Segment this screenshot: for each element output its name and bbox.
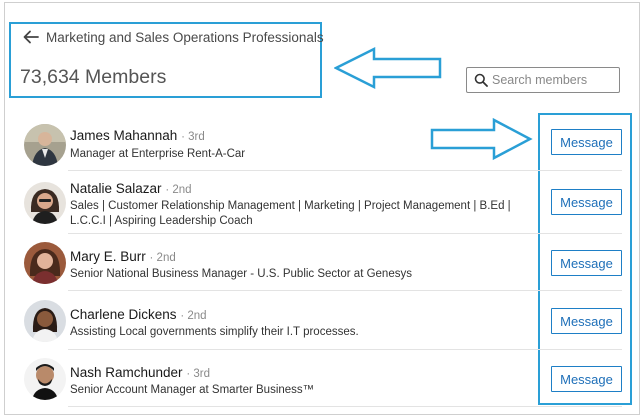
avatar[interactable] — [24, 124, 66, 166]
connection-degree: · 2nd — [165, 184, 192, 196]
member-name-line: Charlene Dickens · 2nd — [70, 307, 207, 322]
member-headline: Manager at Enterprise Rent-A-Car — [70, 148, 246, 160]
avatar[interactable] — [24, 242, 66, 284]
message-button[interactable]: Message — [551, 129, 622, 155]
member-count: 73,634 Members — [20, 66, 167, 88]
message-button[interactable]: Message — [551, 189, 622, 215]
message-button[interactable]: Message — [551, 366, 622, 392]
row-divider — [68, 406, 622, 407]
member-headline: Assisting Local governments simplify the… — [70, 326, 359, 338]
connection-degree: · 2nd — [149, 252, 176, 264]
search-input[interactable] — [492, 73, 612, 87]
member-name-line: James Mahannah · 3rd — [70, 128, 205, 143]
search-icon — [474, 73, 488, 87]
row-divider — [68, 290, 622, 291]
message-button[interactable]: Message — [551, 308, 622, 334]
back-navigation[interactable]: Marketing and Sales Operations Professio… — [22, 28, 324, 46]
member-name[interactable]: Mary E. Burr — [70, 249, 146, 264]
member-name-line: Natalie Salazar · 2nd — [70, 181, 192, 196]
member-headline: Sales | Customer Relationship Management… — [70, 200, 511, 227]
member-headline: Senior Account Manager at Smarter Busine… — [70, 384, 315, 396]
message-button[interactable]: Message — [551, 250, 622, 276]
member-headline: Senior National Business Manager - U.S. … — [70, 268, 412, 280]
member-name-line: Mary E. Burr · 2nd — [70, 249, 176, 264]
member-name[interactable]: Nash Ramchunder — [70, 365, 183, 380]
member-name-line: Nash Ramchunder · 3rd — [70, 365, 210, 380]
arrow-left-icon[interactable] — [22, 28, 40, 46]
member-name[interactable]: Charlene Dickens — [70, 307, 177, 322]
avatar[interactable] — [24, 300, 66, 342]
member-name[interactable]: James Mahannah — [70, 128, 177, 143]
avatar[interactable] — [24, 182, 66, 224]
search-members-field[interactable] — [466, 67, 620, 93]
connection-degree: · 2nd — [180, 310, 207, 322]
group-title: Marketing and Sales Operations Professio… — [46, 29, 324, 45]
connection-degree: · 3rd — [186, 368, 210, 380]
left-pointing-annotation-arrow — [334, 46, 442, 90]
avatar[interactable] — [24, 358, 66, 400]
connection-degree: · 3rd — [181, 131, 205, 143]
member-name[interactable]: Natalie Salazar — [70, 181, 162, 196]
row-divider — [68, 349, 622, 350]
row-divider — [68, 233, 622, 234]
row-divider — [68, 170, 622, 171]
